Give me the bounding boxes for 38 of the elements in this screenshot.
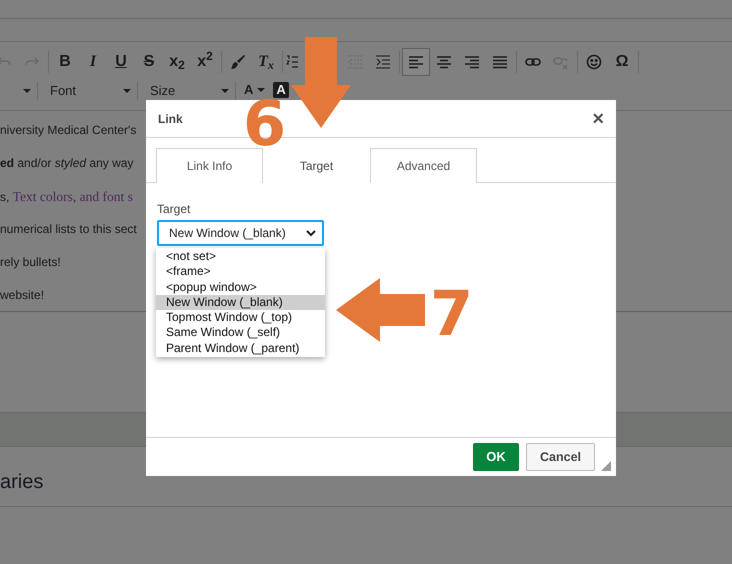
annotation-number: 7 bbox=[430, 283, 474, 345]
dialog-title: Link bbox=[158, 110, 183, 128]
bold-button[interactable]: B bbox=[51, 48, 79, 76]
tab[interactable]: Advanced bbox=[370, 148, 477, 183]
subscript-button[interactable]: x$_{2}$ bbox=[163, 48, 191, 76]
strikethrough-button[interactable]: S bbox=[135, 48, 163, 76]
italic-button[interactable]: I bbox=[79, 48, 107, 76]
caret-icon bbox=[23, 89, 31, 93]
superscript-button[interactable]: x$^{2}$ bbox=[191, 48, 219, 76]
text-line: s, bbox=[0, 190, 10, 204]
field-label: Target bbox=[157, 201, 192, 218]
resize-grip-icon[interactable] bbox=[601, 461, 611, 471]
close-button[interactable]: × bbox=[592, 108, 604, 128]
clear-format-button[interactable]: T$_{x}$ bbox=[252, 48, 280, 76]
cancel-button[interactable]: Cancel bbox=[526, 443, 595, 471]
colored-text: Text colors, and font s bbox=[12, 189, 133, 204]
text-line: numerical lists to this sect bbox=[0, 222, 137, 236]
text-line: ed and/or styled any way bbox=[0, 156, 134, 170]
dropdown-option[interactable]: Parent Window (_parent) bbox=[156, 340, 325, 356]
text-line: rely bullets! bbox=[0, 255, 61, 269]
underline-button[interactable]: U bbox=[107, 48, 135, 76]
special-character-button[interactable]: Ω bbox=[608, 48, 636, 76]
dropdown-option[interactable]: <not set> bbox=[156, 249, 325, 264]
dropdown-option[interactable]: Same Window (_self) bbox=[156, 325, 325, 341]
text-line: niversity Medical Center's bbox=[0, 123, 136, 137]
dropdown-option[interactable]: New Window (_blank) bbox=[156, 294, 325, 310]
dropdown[interactable]: Font bbox=[38, 82, 138, 100]
ok-button[interactable]: OK bbox=[473, 443, 519, 471]
chevron-icon bbox=[306, 230, 316, 238]
dropdown-option[interactable]: Topmost Window (_top) bbox=[156, 310, 325, 326]
dropdown-option[interactable]: <frame> bbox=[156, 264, 325, 280]
text-line: website! bbox=[0, 288, 44, 302]
background-color-button[interactable]: A bbox=[273, 82, 289, 98]
target-select[interactable]: New Window (_blank) bbox=[157, 220, 324, 246]
tab[interactable]: Link Info bbox=[156, 148, 263, 183]
dropdown-option[interactable]: <popup window> bbox=[156, 280, 325, 295]
caret-icon bbox=[257, 88, 266, 92]
align-left-icon[interactable] bbox=[402, 48, 430, 76]
